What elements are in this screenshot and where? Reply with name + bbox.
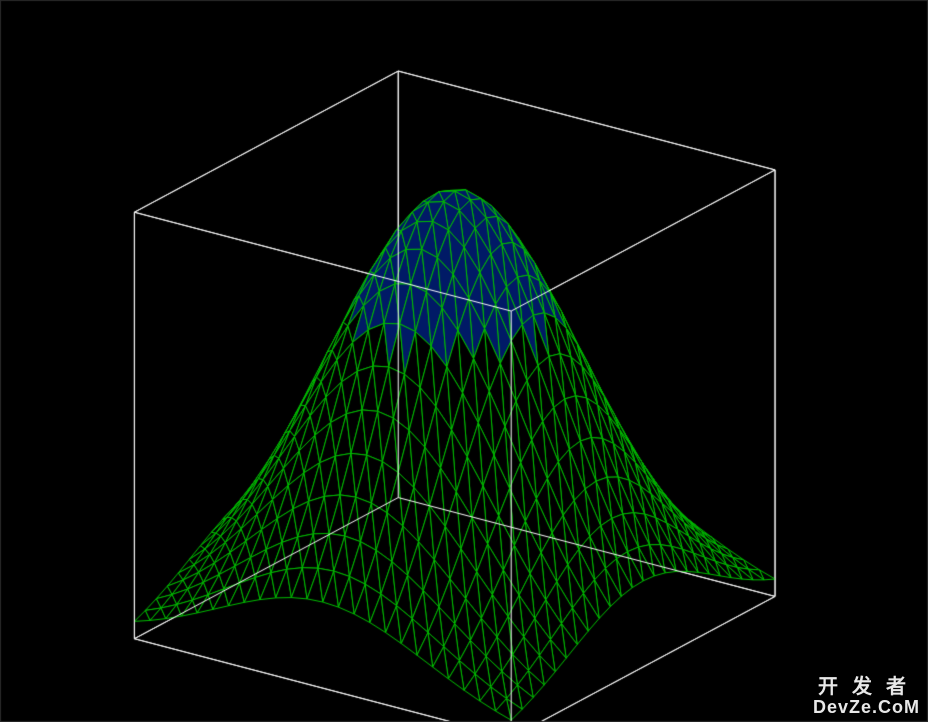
plot-viewport: 开发者 DevZe.CoM [0, 0, 928, 722]
watermark: 开发者 DevZe.CoM [813, 676, 920, 718]
watermark-line1: 开发者 [813, 676, 920, 698]
surface-3d-plot [0, 0, 928, 722]
watermark-line2: DevZe.CoM [813, 698, 920, 718]
